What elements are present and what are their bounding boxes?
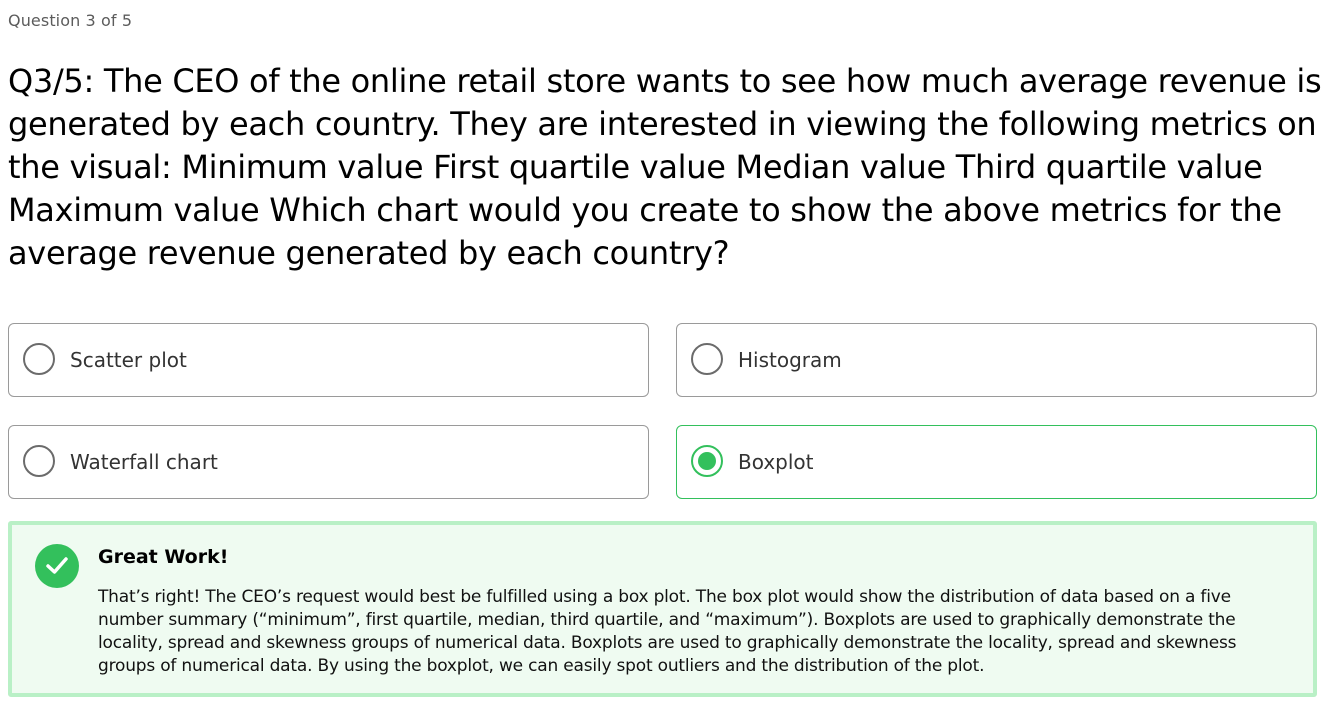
feedback-body: That’s right! The CEO’s request would be…: [98, 587, 1237, 676]
option-label: Waterfall chart: [70, 450, 218, 474]
option-label: Histogram: [738, 348, 842, 372]
option-label: Scatter plot: [70, 348, 187, 372]
radio-button[interactable]: [691, 343, 723, 375]
option-scatter-plot[interactable]: Scatter plot: [8, 323, 649, 397]
question-progress: Question 3 of 5: [8, 11, 133, 30]
option-label: Boxplot: [738, 450, 814, 474]
radio-button[interactable]: [23, 445, 55, 477]
radio-selected-dot: [698, 452, 716, 470]
question-text: Q3/5: The CEO of the online retail store…: [8, 62, 1322, 272]
feedback-title: Great Work!: [98, 546, 229, 568]
option-waterfall-chart[interactable]: Waterfall chart: [8, 425, 649, 499]
option-histogram[interactable]: Histogram: [676, 323, 1317, 397]
option-boxplot[interactable]: Boxplot: [676, 425, 1317, 499]
check-icon: [35, 544, 79, 588]
quiz-page: Question 3 of 5 Q3/5: The CEO of the onl…: [0, 0, 1341, 707]
feedback-panel: Great Work! That’s right! The CEO’s requ…: [8, 521, 1317, 697]
radio-button-selected[interactable]: [691, 445, 723, 477]
radio-button[interactable]: [23, 343, 55, 375]
